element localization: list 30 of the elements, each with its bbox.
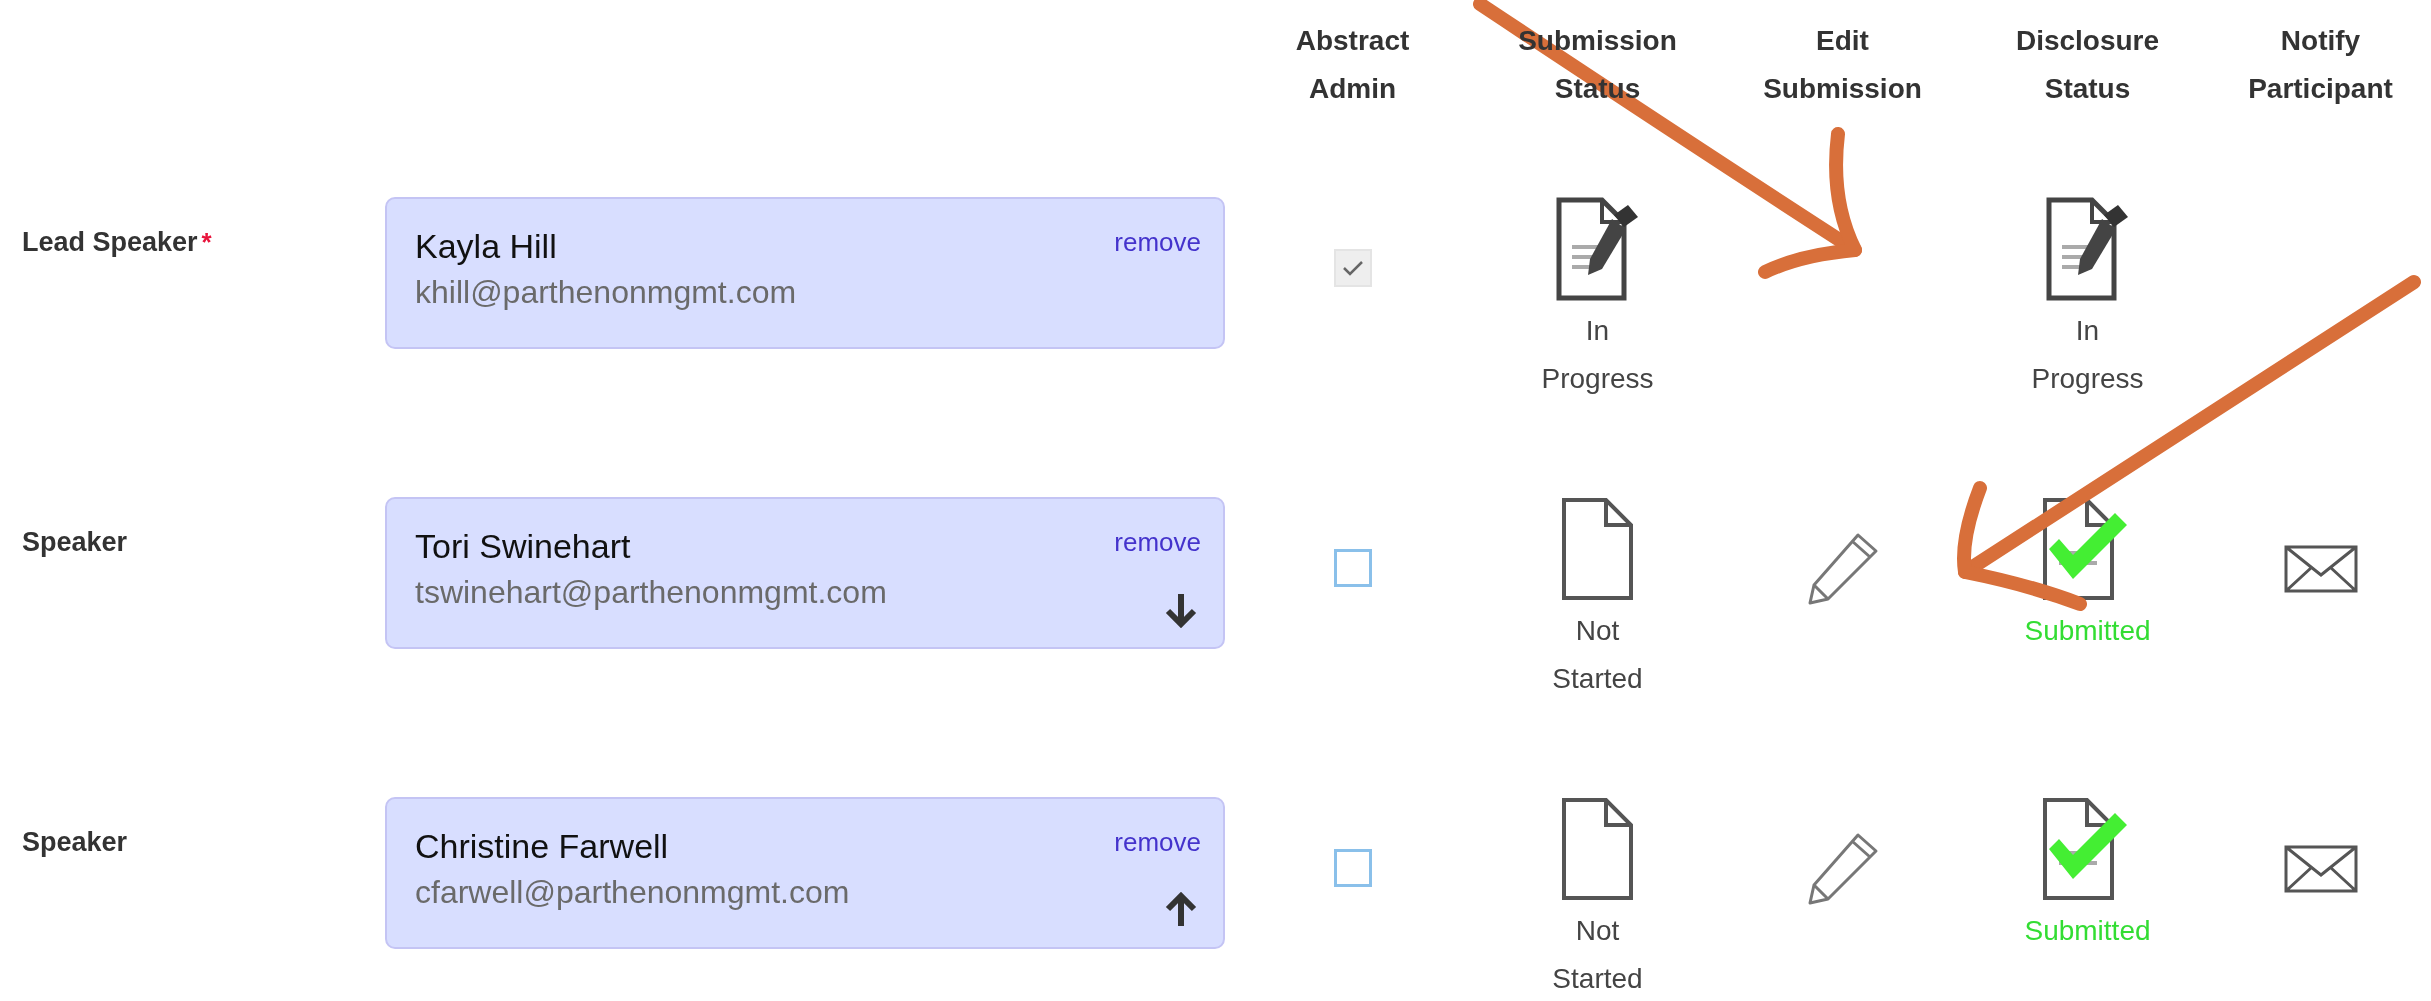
speaker-email: tswinehart@parthenonmgmt.com [415,574,887,611]
required-mark: * [201,227,212,258]
check-icon [1340,258,1365,278]
checkbox[interactable] [1333,549,1372,587]
column-header: Abstract Admin [1295,24,1410,106]
status-label: Submitted [2024,914,2151,948]
role-label: Speaker [22,527,128,558]
column-header: Disclosure Status [2015,24,2160,106]
speaker-email: khill@parthenonmgmt.com [415,274,797,311]
status-label: Submitted [2024,614,2151,648]
up-arrow-icon[interactable] [1165,892,1197,928]
remove-link[interactable]: remove [1114,527,1201,558]
status-label: Not Started [1552,914,1643,996]
status-label: In Progress [1541,314,1654,396]
status-label: In Progress [2031,314,2144,396]
checkbox[interactable] [1333,849,1372,887]
column-header: Notify Participant [2248,24,2393,106]
speaker-name: Christine Farwell [415,827,670,866]
column-header: Edit Submission [1763,24,1922,106]
role-label: Speaker [22,827,128,858]
status-label: Not Started [1552,614,1643,696]
speaker-name: Tori Swinehart [415,527,632,566]
speaker-name: Kayla Hill [415,227,558,266]
down-arrow-icon[interactable] [1165,592,1197,628]
speaker-email: cfarwell@parthenonmgmt.com [415,874,850,911]
envelope-icon[interactable] [2283,845,2358,893]
remove-link[interactable]: remove [1114,827,1201,858]
role-label: Lead Speaker [22,227,198,258]
remove-link[interactable]: remove [1114,227,1201,258]
envelope-icon[interactable] [2283,545,2358,593]
